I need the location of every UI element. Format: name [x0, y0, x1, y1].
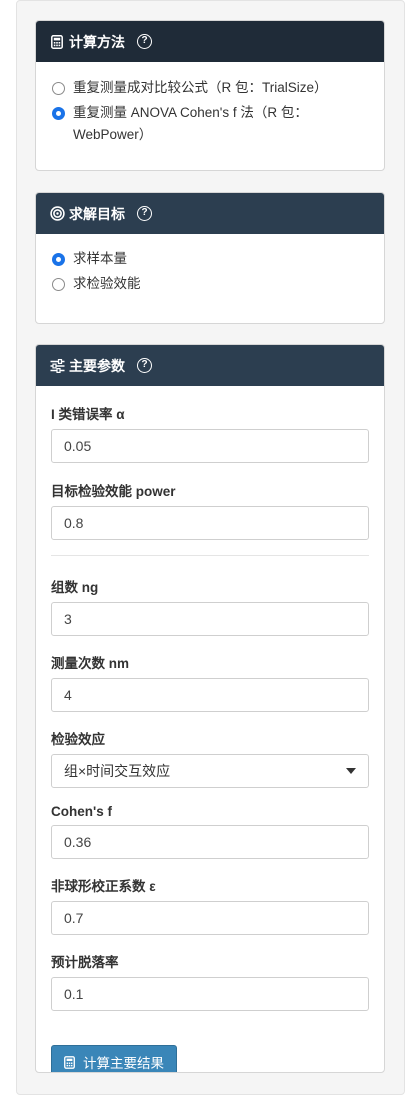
radio-option-power[interactable]: 求检验效能 — [51, 273, 369, 295]
effect-select[interactable]: 组×时间交互效应 — [51, 754, 369, 788]
radio-button[interactable] — [52, 82, 65, 95]
effect-select-value: 组×时间交互效应 — [64, 763, 171, 779]
dropout-input[interactable] — [51, 977, 369, 1011]
cohens-f-input[interactable] — [51, 825, 369, 859]
cohens-f-label: Cohen's f — [51, 804, 112, 819]
params-panel: 主要参数 ? I 类错误率 α 目标检验效能 power 组数 ng 测量次数 … — [35, 344, 385, 1073]
calculate-button-label: 计算主要结果 — [83, 1056, 164, 1071]
radio-option-sample-size[interactable]: 求样本量 — [51, 248, 369, 270]
calculator-icon — [64, 1055, 75, 1069]
ng-input[interactable] — [51, 602, 369, 636]
power-input[interactable] — [51, 506, 369, 540]
ng-label: 组数 ng — [51, 580, 99, 595]
radio-option-trialsize[interactable]: 重复测量成对比较公式（R 包：TrialSize） — [51, 77, 369, 99]
radio-label: 重复测量成对比较公式（R 包：TrialSize） — [73, 80, 328, 95]
help-icon[interactable]: ? — [137, 358, 152, 373]
alpha-label: I 类错误率 α — [51, 407, 125, 422]
method-panel-header: 计算方法 ? — [36, 21, 384, 62]
radio-label: 求检验效能 — [73, 276, 141, 291]
radio-button[interactable] — [52, 278, 65, 291]
goal-panel-header: 求解目标 ? — [36, 193, 384, 234]
calculate-button[interactable]: 计算主要结果 — [51, 1045, 177, 1072]
nm-input[interactable] — [51, 678, 369, 712]
chevron-down-icon — [346, 768, 356, 774]
params-panel-header: 主要参数 ? — [36, 345, 384, 386]
radio-option-webpower[interactable]: 重复测量 ANOVA Cohen's f 法（R 包：WebPower） — [51, 102, 369, 146]
epsilon-label: 非球形校正系数 ε — [51, 879, 156, 894]
epsilon-input[interactable] — [51, 901, 369, 935]
radio-label: 求样本量 — [73, 251, 127, 266]
power-label: 目标检验效能 power — [51, 484, 176, 499]
help-icon[interactable]: ? — [137, 34, 152, 49]
goal-panel-title: 求解目标 — [69, 205, 125, 222]
radio-button-checked[interactable] — [52, 253, 65, 266]
alpha-input[interactable] — [51, 429, 369, 463]
calculator-icon — [49, 34, 65, 50]
params-panel-title: 主要参数 — [69, 357, 125, 374]
dropout-label: 预计脱落率 — [51, 955, 119, 970]
nm-label: 测量次数 nm — [51, 656, 130, 671]
sliders-icon — [49, 358, 65, 374]
method-panel-title: 计算方法 — [69, 33, 125, 50]
radio-label: 重复测量 ANOVA Cohen's f 法（R 包：WebPower） — [73, 105, 308, 142]
goal-panel: 求解目标 ? 求样本量 求检验效能 — [35, 192, 385, 324]
help-icon[interactable]: ? — [137, 206, 152, 221]
radio-button-checked[interactable] — [52, 107, 65, 120]
method-panel: 计算方法 ? 重复测量成对比较公式（R 包：TrialSize） 重复测量 AN… — [35, 20, 385, 171]
target-icon — [49, 206, 65, 222]
effect-label: 检验效应 — [51, 732, 105, 747]
divider — [51, 555, 369, 556]
